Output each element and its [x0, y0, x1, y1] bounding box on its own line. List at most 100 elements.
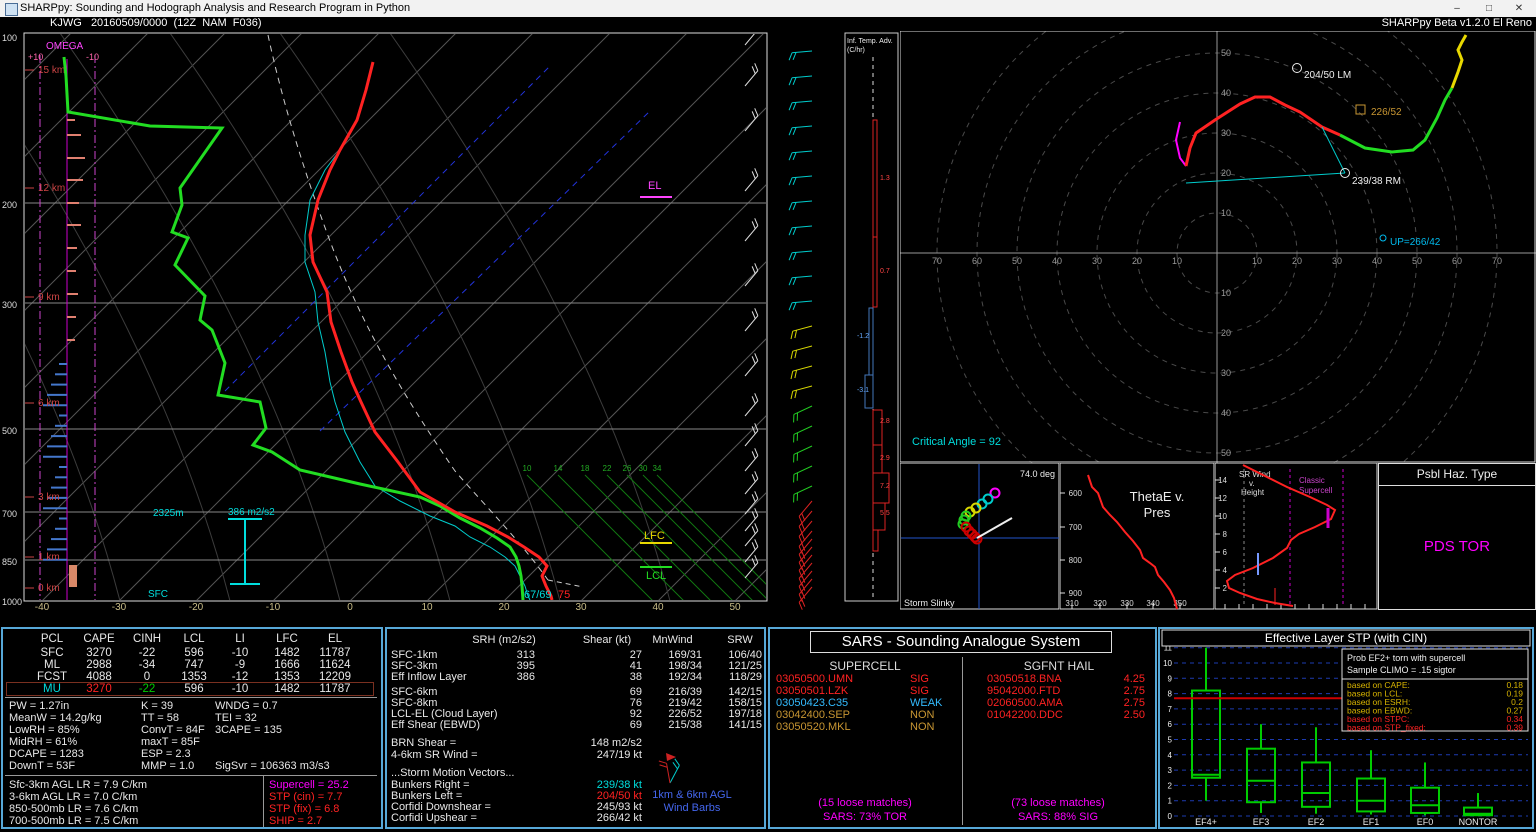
slinky-shear-vector — [976, 517, 1013, 539]
temp-adv-value: 7.2 — [880, 483, 890, 490]
temp-axis-label: -40 — [35, 602, 50, 611]
kin-h-srh: SRH (m2/s2) — [472, 634, 536, 646]
cell: 11787 — [319, 647, 351, 659]
cell: -10 — [231, 683, 249, 695]
stp-legend-title: Prob EF2+ torn with supercell — [1347, 653, 1465, 663]
stp-ytick: 0 — [1168, 812, 1173, 821]
isotherm-highlight — [319, 110, 651, 432]
stat-value: MidRH = 61% — [9, 736, 78, 748]
height-label: 15 km — [38, 65, 65, 76]
hodo-axis-label: 40 — [1221, 88, 1231, 98]
temp-axis-label: 40 — [652, 602, 664, 611]
temp-axis-label: -30 — [112, 602, 127, 611]
stat-value: DownT = 53F — [9, 760, 76, 772]
hodo-axis-label: 10 — [1172, 256, 1182, 266]
cell: PCL — [40, 633, 64, 645]
hodo-axis-label: 20 — [1292, 256, 1302, 266]
stat-value: MMP = 1.0 — [141, 760, 195, 772]
table-row: SFC 3270 -22 596 -10 1482 11787 — [3, 647, 381, 659]
sars-cat: SIG — [910, 673, 929, 685]
storm-barb-icon — [658, 753, 680, 784]
stp-ytick: 2 — [1168, 781, 1173, 790]
sars-id: 03042400.SEP — [776, 709, 851, 721]
pressure-label: 1000 — [2, 597, 22, 607]
omega-title: OMEGA — [46, 41, 84, 52]
mean-wind-marker[interactable] — [1355, 104, 1366, 115]
right-mover-label: 239/38 RM — [1352, 176, 1401, 187]
kin-mnwind: 215/38 — [668, 719, 702, 731]
stp-ytick: 6 — [1168, 720, 1173, 729]
hazard-value: PDS TOR — [1423, 538, 1491, 555]
isotherm-highlight — [224, 65, 551, 392]
pressure-label: 200 — [2, 200, 17, 210]
temp-adv-value: 2.8 — [880, 418, 890, 425]
svg-text:v.: v. — [1249, 479, 1255, 488]
sars-hail-matches: (73 loose matches) — [1011, 797, 1105, 809]
cell: MU — [43, 683, 61, 695]
close-button[interactable]: ✕ — [1504, 0, 1534, 17]
hodograph[interactable]: 10 10 10 10 20 20 20 20 30 30 30 30 40 40 40 40 50 50 50 50… — [900, 31, 1536, 463]
kin-shear: 69 — [629, 719, 642, 731]
temp-adv-value: 5.5 — [880, 510, 890, 517]
cell: 747 — [184, 659, 204, 671]
skewt-diagram[interactable]: 10 14 18 22 26 30 34 100200300500700850100015 … — [0, 31, 768, 611]
temp-adv-value: 0.7 — [880, 268, 890, 275]
updraft-marker — [1379, 234, 1387, 242]
value: 247/19 kt — [596, 749, 642, 761]
kin-row: Eff Shear (EBWD) 69 215/38 141/15 — [387, 719, 764, 731]
mean-wind-label: 226/52 — [1371, 107, 1402, 118]
cell: -12 — [231, 671, 249, 683]
lapse-rate-value: 700-500mb LR = 7.5 C/km — [9, 815, 139, 827]
stp-ytick: 9 — [1168, 674, 1173, 683]
omega-minus-label: -10 — [86, 52, 99, 62]
tempadv-title: Inf. Temp. Adv. — [847, 38, 893, 45]
srwind-ytick: 4 — [1223, 566, 1228, 575]
hodo-trace-3-6km — [1339, 87, 1454, 154]
window-titlebar[interactable]: SHARPpy: Sounding and Hodograph Analysis… — [0, 0, 1536, 17]
stp-title: Effective Layer STP (with CIN) — [1265, 631, 1427, 645]
cell: LI — [235, 633, 245, 645]
omega-plus-label: +10 — [28, 52, 43, 62]
kin-shear: 38 — [629, 671, 642, 683]
thetae-title: ThetaE v. — [1130, 489, 1185, 504]
temp-axis-label: 0 — [347, 602, 353, 611]
sars-id: 02060500.AMA — [987, 697, 1063, 709]
sars-supercell-header: SUPERCELL — [829, 659, 901, 673]
value: 148 m2/s2 — [590, 737, 642, 749]
cell: -9 — [234, 659, 246, 671]
kin-srw: 118/29 — [729, 671, 762, 683]
sars-cat: NON — [910, 721, 935, 733]
lapse-rate-value: Sfc-3km AGL LR = 7.9 C/km — [9, 779, 148, 791]
hodo-axis-label: 30 — [1332, 256, 1342, 266]
hodo-axis-label: 50 — [1221, 448, 1231, 458]
height-label: 12 km — [38, 183, 65, 194]
sars-id: 03050423.C35 — [776, 697, 849, 709]
hodo-trace-0-3km — [1184, 95, 1341, 167]
stp-ytick: 3 — [1168, 766, 1173, 775]
stp-legend-value: 0.39 — [1506, 723, 1523, 733]
table-row: MU 3270 -22 596 -10 1482 11787 — [6, 682, 374, 696]
maximize-button[interactable]: □ — [1474, 0, 1504, 17]
sars-id: 03050500.UMN — [776, 673, 854, 685]
left-mover-label: 204/50 LM — [1304, 70, 1351, 81]
kinematics-panel: SRH (m2/s2) Shear (kt) MnWind SRW SFC-1km 313… — [385, 627, 766, 829]
hodo-axis-label: 40 — [1221, 408, 1231, 418]
cell: -34 — [138, 659, 156, 671]
stat-value: TT = 58 — [141, 712, 180, 724]
sars-size: 2.75 — [1123, 685, 1145, 697]
inflow-srh-label: 386 m2/s2 — [228, 507, 275, 518]
temp-adv-value: -3.1 — [857, 387, 869, 394]
mixing-ratio-label: 34 — [653, 464, 662, 473]
cell: 1482 — [274, 683, 300, 695]
sigsvr-value: SigSvr = 106363 m3/s3 — [215, 760, 330, 772]
wind-barb-column — [788, 50, 813, 610]
hodo-axis-label: 20 — [1221, 168, 1231, 178]
sounding-id: KJWG 20160509/0000 (12Z NAM F036) — [50, 17, 262, 29]
sars-id: 03050501.LZK — [776, 685, 849, 697]
temp-axis-label: 50 — [729, 602, 741, 611]
stat-value: PW = 1.27in — [9, 700, 70, 712]
table-row: ML 2988 -34 747 -9 1666 11624 — [3, 659, 381, 671]
parcel-trace — [267, 34, 549, 581]
mixing-ratio-label: 26 — [623, 464, 632, 473]
minimize-button[interactable]: – — [1442, 0, 1472, 17]
